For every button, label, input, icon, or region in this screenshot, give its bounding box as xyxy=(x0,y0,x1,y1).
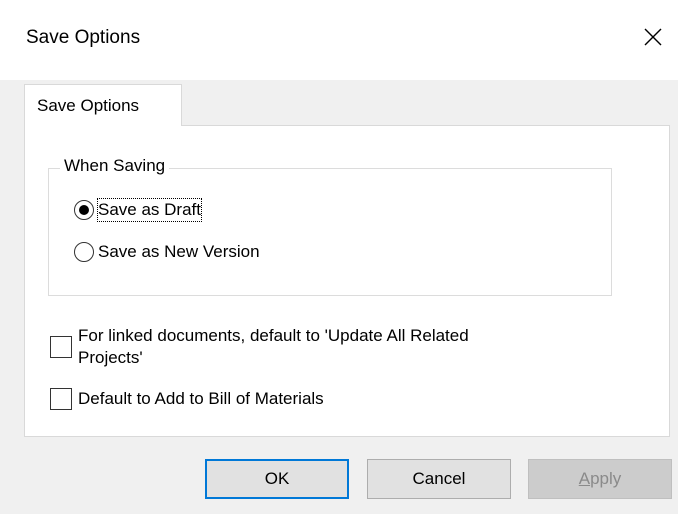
checkbox-label-linked-documents-line2: Projects' xyxy=(78,348,143,367)
checkbox-linked-documents[interactable] xyxy=(50,336,72,358)
apply-accelerator: A xyxy=(578,469,591,488)
window-title: Save Options xyxy=(26,27,141,48)
cancel-button[interactable]: Cancel xyxy=(367,459,511,499)
radio-label-save-as-draft: Save as Draft xyxy=(97,198,202,222)
close-x-icon xyxy=(644,28,662,46)
title-bar: Save Options xyxy=(0,0,678,80)
radio-button-selected[interactable] xyxy=(74,200,94,220)
close-button[interactable] xyxy=(630,14,676,60)
tab-save-options[interactable]: Save Options xyxy=(24,84,182,126)
when-saving-title: When Saving xyxy=(60,155,170,177)
tab-label: Save Options xyxy=(37,96,140,115)
radio-save-as-new-version[interactable]: Save as New Version xyxy=(74,241,260,263)
checkbox-bill-of-materials[interactable] xyxy=(50,388,72,410)
radio-dot xyxy=(79,205,89,215)
radio-label-save-as-new-version: Save as New Version xyxy=(98,242,260,261)
checkbox-label-linked-documents-line1: For linked documents, default to 'Update… xyxy=(78,326,469,345)
when-saving-groupbox xyxy=(48,168,612,296)
ok-button[interactable]: OK xyxy=(205,459,349,499)
radio-save-as-draft[interactable]: Save as Draft xyxy=(74,198,202,222)
apply-button[interactable]: Apply xyxy=(528,459,672,499)
apply-label-rest: pply xyxy=(590,469,622,488)
checkbox-label-bill-of-materials: Default to Add to Bill of Materials xyxy=(78,389,324,408)
radio-button-unselected[interactable] xyxy=(74,242,94,262)
